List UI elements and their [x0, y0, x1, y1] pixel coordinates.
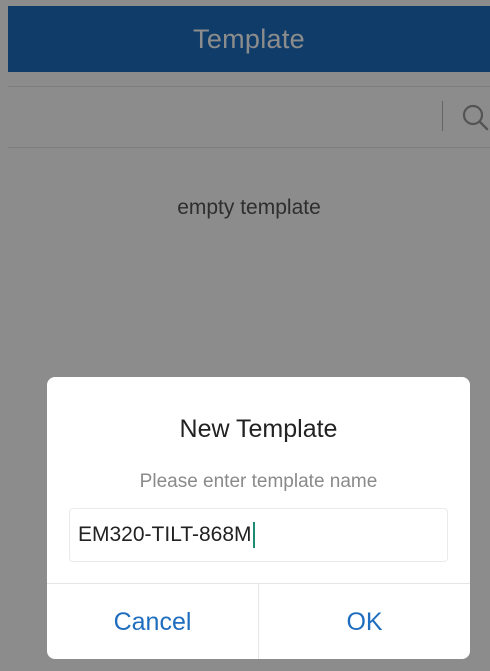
template-name-value: EM320-TILT-868M [78, 523, 252, 546]
dialog-title: New Template [179, 415, 338, 443]
ok-button[interactable]: OK [259, 584, 470, 659]
text-caret [252, 522, 255, 548]
cancel-button[interactable]: Cancel [47, 584, 259, 659]
template-name-input[interactable]: EM320-TILT-868M [69, 508, 448, 562]
new-template-dialog: New Template Please enter template name … [47, 377, 470, 659]
dialog-prompt: Please enter template name [139, 471, 378, 492]
template-screen: Template empty template New Template Ple… [0, 0, 490, 671]
dialog-button-row: Cancel OK [47, 583, 470, 659]
